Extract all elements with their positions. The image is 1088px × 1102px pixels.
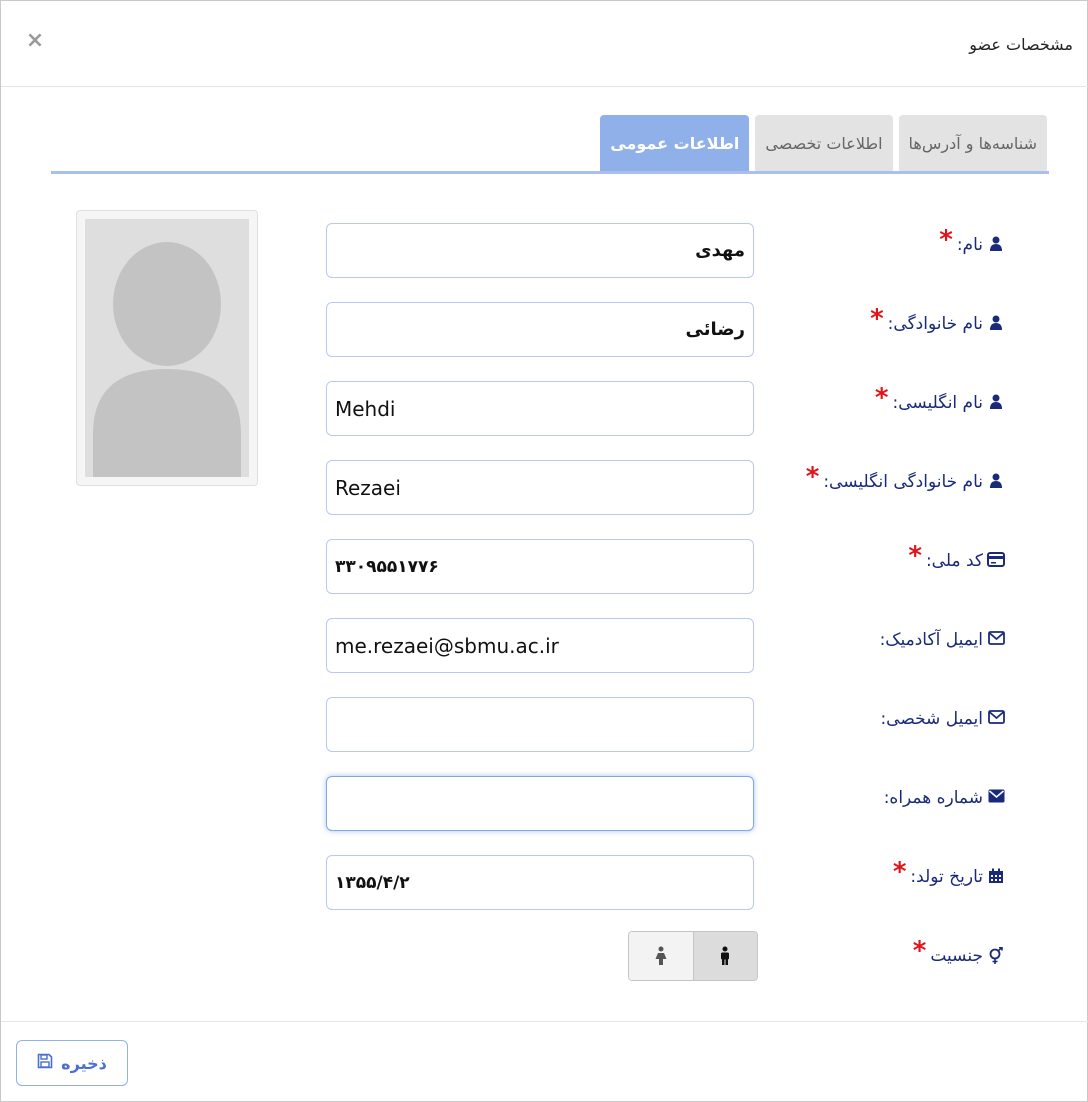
tab-ids-and-addresses[interactable]: شناسه‌ها و آدرس‌ها [898,115,1047,171]
dialog-header: مشخصات عضو × [1,1,1088,87]
first-name-label: نام: * [939,225,1005,255]
required-mark: * [874,383,889,413]
birth-date-field[interactable]: ۱۳۵۵/۴/۲ [326,855,754,910]
english-name-label-text: نام انگلیسی: [892,393,983,413]
user-icon [987,236,1005,254]
avatar-placeholder-icon [85,219,249,477]
user-icon [987,394,1005,412]
gender-icon [987,946,1005,965]
personal-email-field[interactable] [326,697,754,752]
gender-male-button[interactable] [692,932,757,980]
personal-email-label: ایمیل شخصی: [880,709,1005,729]
required-mark: * [892,857,907,887]
last-name-field[interactable]: رضائی [326,302,754,357]
last-name-value: رضائی [685,319,745,340]
mobile-label-text: شماره همراه: [883,788,983,808]
first-name-field[interactable]: مهدی [326,223,754,278]
national-code-label: کد ملی: * [908,541,1005,571]
user-icon [987,473,1005,491]
english-last-name-value: Rezaei [335,475,401,500]
english-name-label: نام انگلیسی: * [874,383,1005,413]
first-name-label-text: نام: [956,235,983,255]
national-code-label-text: کد ملی: [925,551,983,571]
close-icon[interactable]: × [25,30,45,52]
tab-underline [51,171,1049,174]
tab-bar: اطلاعات عمومی اطلاعات تخصصی شناسه‌ها و آ… [600,115,1047,171]
personal-email-label-text: ایمیل شخصی: [880,709,983,729]
last-name-label-text: نام خانوادگی: [887,314,983,334]
envelope-solid-icon [987,789,1005,807]
mobile-label: شماره همراه: [884,788,1005,808]
english-name-value: Mehdi [335,396,396,421]
birth-date-label: تاریخ تولد: * [892,857,1005,887]
mobile-field[interactable] [326,776,754,831]
female-icon [655,946,667,965]
tab-general-info[interactable]: اطلاعات عمومی [600,115,750,171]
birth-date-label-text: تاریخ تولد: [910,867,983,887]
envelope-outline-icon [987,631,1005,649]
male-icon [721,946,730,965]
required-mark: * [805,462,820,492]
user-icon [987,315,1005,333]
envelope-outline-icon [987,710,1005,728]
national-code-value: ۳۳۰۹۵۵۱۷۷۶ [335,556,439,577]
dialog-title: مشخصات عضو [969,35,1073,54]
member-details-dialog: مشخصات عضو × اطلاعات عمومی اطلاعات تخصصی… [0,0,1088,1102]
english-last-name-field[interactable]: Rezaei [326,460,754,515]
gender-female-button[interactable] [629,932,693,980]
calendar-icon [987,868,1005,886]
academic-email-value: me.rezaei@sbmu.ac.ir [335,633,559,658]
gender-label: جنسیت * [912,936,1005,966]
save-button[interactable]: ذخیره [16,1040,128,1086]
gender-label-text: جنسیت [930,946,983,966]
required-mark: * [939,225,953,255]
academic-email-field[interactable]: me.rezaei@sbmu.ac.ir [326,618,754,673]
gender-selector [628,931,758,981]
id-card-icon [987,552,1005,570]
required-mark: * [912,936,927,966]
academic-email-label: ایمیل آکادمیک: [880,630,1005,650]
profile-photo[interactable] [76,210,258,486]
english-last-name-label-text: نام خانوادگی انگلیسی: [823,472,983,492]
english-name-field[interactable]: Mehdi [326,381,754,436]
national-code-field[interactable]: ۳۳۰۹۵۵۱۷۷۶ [326,539,754,594]
tab-professional-info[interactable]: اطلاعات تخصصی [755,115,893,171]
academic-email-label-text: ایمیل آکادمیک: [879,630,983,650]
last-name-label: نام خانوادگی: * [870,304,1005,334]
floppy-disk-icon [37,1053,53,1073]
birth-date-value: ۱۳۵۵/۴/۲ [335,872,410,893]
first-name-value: مهدی [695,240,745,261]
dialog-footer [1,1021,1088,1102]
english-last-name-label: نام خانوادگی انگلیسی: * [805,462,1005,492]
save-button-label: ذخیره [61,1053,107,1073]
required-mark: * [870,304,884,334]
required-mark: * [908,541,922,571]
